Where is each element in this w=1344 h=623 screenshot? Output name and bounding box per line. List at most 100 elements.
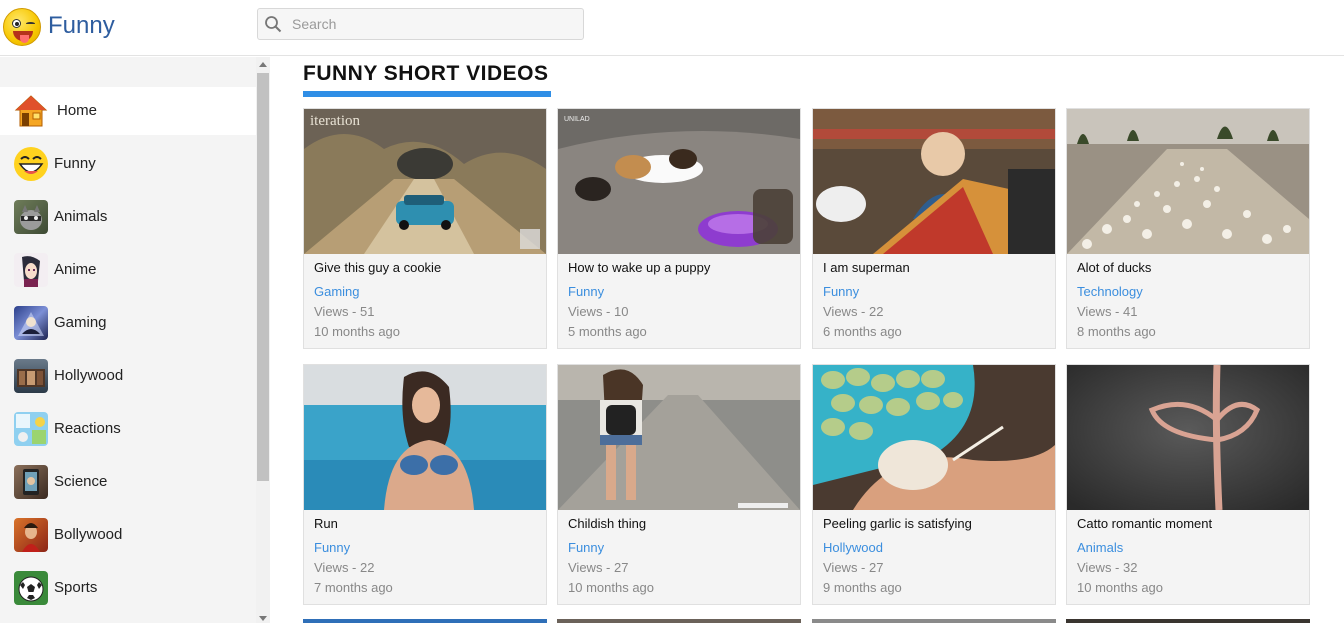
video-views: Views - 27: [568, 560, 629, 575]
logo-wink: [26, 22, 35, 25]
video-thumbnail[interactable]: [1067, 365, 1309, 510]
sidebar-item-reactions[interactable]: Reactions: [0, 405, 256, 453]
video-title[interactable]: Childish thing: [568, 516, 646, 531]
sidebar-item-label: Home: [57, 102, 98, 119]
video-thumbnail[interactable]: UNILAD: [558, 109, 800, 254]
video-thumbnail[interactable]: [558, 365, 800, 510]
video-age: 6 months ago: [823, 324, 902, 339]
video-views: Views - 32: [1077, 560, 1138, 575]
video-category-link[interactable]: Funny: [314, 540, 350, 555]
video-category-link[interactable]: Technology: [1077, 284, 1143, 299]
soccer-ball-icon: [14, 571, 48, 605]
gaming-icon: [14, 306, 48, 340]
video-views: Views - 41: [1077, 304, 1138, 319]
video-title[interactable]: Peeling garlic is satisfying: [823, 516, 972, 531]
bollywood-icon: [14, 518, 48, 552]
video-card[interactable]: Alot of ducks Technology Views - 41 8 mo…: [1066, 108, 1310, 349]
logo-eye: [12, 19, 21, 28]
scrollbar-thumb[interactable]: [257, 73, 269, 481]
svg-text:UNILAD: UNILAD: [564, 116, 590, 123]
sidebar-item-bollywood[interactable]: Bollywood: [0, 511, 256, 559]
video-card[interactable]: iteration Give this guy a cookie Gaming …: [303, 108, 547, 349]
sidebar-item-label: Science: [54, 473, 108, 490]
video-category-link[interactable]: Funny: [823, 284, 859, 299]
video-card[interactable]: Catto romantic moment Animals Views - 32…: [1066, 364, 1310, 605]
video-age: 7 months ago: [314, 580, 393, 595]
search-input[interactable]: [292, 9, 580, 39]
sidebar-item-hollywood[interactable]: Hollywood: [0, 352, 256, 400]
sidebar-item-home[interactable]: Home: [0, 87, 256, 135]
video-title[interactable]: How to wake up a puppy: [568, 260, 710, 275]
sidebar-item-funny[interactable]: Funny: [0, 140, 256, 188]
sidebar-item-label: Reactions: [54, 420, 121, 437]
video-title[interactable]: I am superman: [823, 260, 910, 275]
sidebar-item-animals[interactable]: Animals: [0, 193, 256, 241]
video-thumbnail[interactable]: [813, 365, 1055, 510]
wink-face-logo-icon[interactable]: [3, 8, 41, 46]
video-views: Views - 10: [568, 304, 629, 319]
scroll-down-arrow-icon[interactable]: [259, 616, 267, 621]
sidebar-item-sports[interactable]: Sports: [0, 564, 256, 612]
scroll-up-arrow-icon[interactable]: [259, 62, 267, 67]
sidebar-item-gaming[interactable]: Gaming: [0, 299, 256, 347]
video-age: 10 months ago: [314, 324, 401, 339]
video-card-partial[interactable]: [303, 619, 547, 623]
svg-text:iteration: iteration: [310, 113, 360, 129]
section-title-underline: [303, 91, 551, 97]
sidebar-item-label: Hollywood: [54, 367, 124, 384]
video-category-link[interactable]: Funny: [568, 540, 604, 555]
video-card-partial[interactable]: [812, 619, 1056, 623]
video-age: 10 months ago: [568, 580, 655, 595]
video-title[interactable]: Run: [314, 516, 338, 531]
search-box[interactable]: [257, 8, 584, 40]
hollywood-icon: [14, 359, 48, 393]
sidebar-item-label: Bollywood: [54, 526, 123, 543]
sidebar-item-label: Animals: [54, 208, 108, 225]
video-category-link[interactable]: Funny: [568, 284, 604, 299]
video-views: Views - 27: [823, 560, 884, 575]
video-age: 9 months ago: [823, 580, 902, 595]
video-category-link[interactable]: Animals: [1077, 540, 1123, 555]
video-thumbnail[interactable]: [1067, 109, 1309, 254]
video-card-partial[interactable]: [1066, 619, 1310, 623]
video-age: 5 months ago: [568, 324, 647, 339]
video-card[interactable]: UNILAD How to wake up a puppy Funny View…: [557, 108, 801, 349]
brand-name[interactable]: Funny: [48, 12, 115, 40]
video-card[interactable]: Childish thing Funny Views - 27 10 month…: [557, 364, 801, 605]
sidebar-item-anime[interactable]: Anime: [0, 246, 256, 294]
sidebar-item-label: Funny: [54, 155, 96, 172]
video-category-link[interactable]: Gaming: [314, 284, 360, 299]
video-views: Views - 22: [314, 560, 375, 575]
video-thumbnail[interactable]: [304, 365, 546, 510]
sidebar-scrollbar[interactable]: [256, 57, 270, 623]
video-age: 8 months ago: [1077, 324, 1156, 339]
video-title[interactable]: Give this guy a cookie: [314, 260, 441, 275]
logo-tongue: [20, 35, 29, 43]
sidebar-item-label: Gaming: [54, 314, 107, 331]
sidebar-item-science[interactable]: Science: [0, 458, 256, 506]
video-age: 10 months ago: [1077, 580, 1164, 595]
anime-icon: [14, 253, 48, 287]
video-card[interactable]: Run Funny Views - 22 7 months ago: [303, 364, 547, 605]
category-sidebar: Home Funny Animals Anime Gaming Hollywoo…: [0, 57, 256, 623]
reactions-icon: [14, 412, 48, 446]
video-card-partial[interactable]: [557, 619, 801, 623]
laughing-face-icon: [14, 147, 48, 181]
video-thumbnail[interactable]: [813, 109, 1055, 254]
science-icon: [14, 465, 48, 499]
home-icon: [14, 94, 48, 128]
sidebar-item-label: Sports: [54, 579, 98, 596]
raccoon-icon: [14, 200, 48, 234]
video-title[interactable]: Alot of ducks: [1077, 260, 1151, 275]
search-icon[interactable]: [264, 15, 282, 33]
video-thumbnail[interactable]: iteration: [304, 109, 546, 254]
video-card[interactable]: I am superman Funny Views - 22 6 months …: [812, 108, 1056, 349]
video-views: Views - 51: [314, 304, 375, 319]
video-title[interactable]: Catto romantic moment: [1077, 516, 1212, 531]
video-category-link[interactable]: Hollywood: [823, 540, 883, 555]
sidebar-item-label: Anime: [54, 261, 97, 278]
video-card[interactable]: Peeling garlic is satisfying Hollywood V…: [812, 364, 1056, 605]
section-title: FUNNY SHORT VIDEOS: [303, 62, 549, 85]
top-header: Funny: [0, 0, 1344, 56]
video-views: Views - 22: [823, 304, 884, 319]
